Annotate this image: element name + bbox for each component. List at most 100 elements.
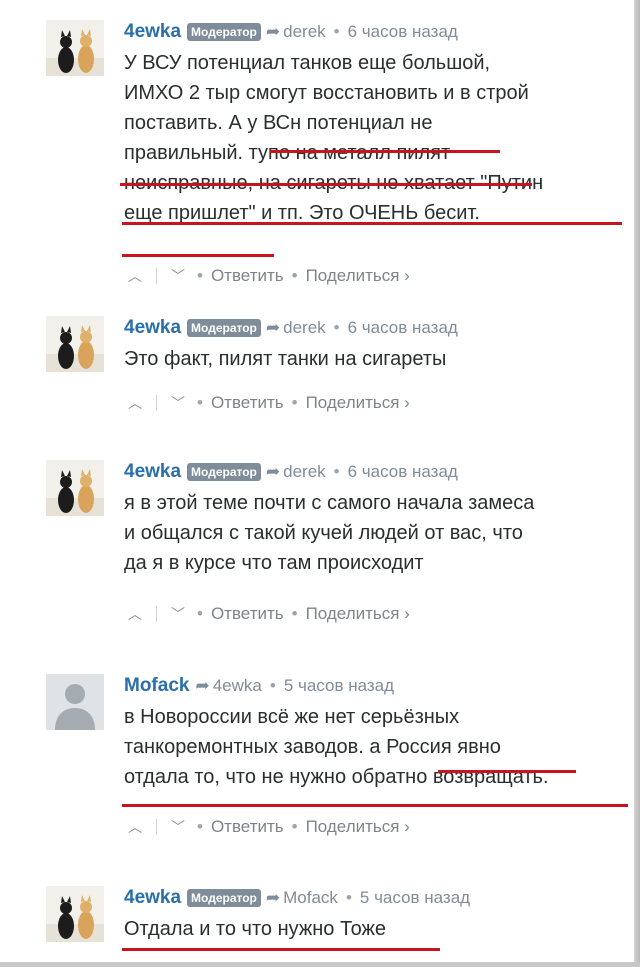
comment-line: ИМХО 2 тыр смогут восстановить и в строй bbox=[124, 82, 529, 104]
comment-line: да я в курсе что там происходит bbox=[124, 552, 424, 574]
downvote-icon[interactable]: ﹀ bbox=[167, 266, 189, 286]
red-underline-annotation bbox=[122, 254, 274, 257]
action-divider bbox=[156, 268, 157, 284]
comment: 4ewka Модератор ➦ derek • 6 часов назад … bbox=[0, 460, 634, 630]
comment-meta: 4ewka Модератор ➦ derek • 6 часов назад bbox=[124, 20, 458, 44]
action-divider bbox=[156, 395, 157, 411]
action-separator: • bbox=[291, 604, 298, 623]
comment-text: Отдала и то что нужно Тоже bbox=[124, 914, 624, 944]
red-underline-annotation bbox=[122, 222, 622, 225]
moderator-badge: Модератор bbox=[187, 889, 261, 907]
share-button[interactable]: Поделиться › bbox=[306, 266, 410, 286]
comment-actions: ︿ ﹀ • Ответить • Поделиться › bbox=[124, 815, 410, 839]
share-button[interactable]: Поделиться › bbox=[306, 393, 410, 413]
downvote-icon[interactable]: ﹀ bbox=[167, 817, 189, 837]
action-separator: • bbox=[197, 266, 203, 285]
comment-line: и общался с такой кучей людей от вас, чт… bbox=[124, 522, 523, 544]
meta-separator: • bbox=[333, 318, 340, 337]
share-button[interactable]: Поделиться › bbox=[306, 817, 410, 837]
upvote-icon[interactable]: ︿ bbox=[124, 393, 146, 413]
moderator-badge: Модератор bbox=[187, 463, 261, 481]
share-button[interactable]: Поделиться › bbox=[306, 604, 410, 624]
cats-avatar-icon[interactable] bbox=[46, 20, 104, 76]
reply-arrow-icon: ➦ bbox=[265, 462, 281, 481]
author-name[interactable]: Mofack bbox=[124, 675, 189, 697]
meta-separator: • bbox=[333, 22, 340, 41]
red-underline-annotation bbox=[122, 948, 440, 951]
upvote-icon[interactable]: ︿ bbox=[124, 604, 146, 624]
reply-to-link[interactable]: derek bbox=[283, 462, 326, 482]
comment-text: У ВСУ потенциал танков еще большой, ИМХО… bbox=[124, 48, 624, 228]
action-separator: • bbox=[291, 266, 298, 285]
author-name[interactable]: 4ewka bbox=[124, 461, 181, 483]
comment-actions: ︿ ﹀ • Ответить • Поделиться › bbox=[124, 264, 410, 288]
moderator-badge: Модератор bbox=[187, 23, 261, 41]
action-separator: • bbox=[197, 604, 203, 623]
comment-line: поставить. А у ВСн потенциал не bbox=[124, 112, 433, 134]
reply-button[interactable]: Ответить bbox=[211, 393, 284, 413]
action-separator: • bbox=[291, 817, 298, 836]
reply-to-link[interactable]: 4ewka bbox=[213, 676, 262, 696]
reply-arrow-icon: ➦ bbox=[265, 22, 281, 41]
author-name[interactable]: 4ewka bbox=[124, 21, 181, 43]
comment-line: в Новороссии всё же нет серьёзных bbox=[124, 706, 460, 728]
comment-line: У ВСУ потенциал танков еще большой, bbox=[124, 52, 491, 74]
reply-to-link[interactable]: Mofack bbox=[283, 888, 338, 908]
reply-button[interactable]: Ответить bbox=[211, 817, 284, 837]
moderator-badge: Модератор bbox=[187, 319, 261, 337]
upvote-icon[interactable]: ︿ bbox=[124, 266, 146, 286]
comment-meta: 4ewka Модератор ➦ derek • 6 часов назад bbox=[124, 316, 458, 340]
comment-meta: 4ewka Модератор ➦ Mofack • 5 часов назад bbox=[124, 886, 470, 910]
reply-arrow-icon: ➦ bbox=[195, 676, 210, 695]
comment-line: правильный. тупо на металл пилят bbox=[124, 142, 451, 164]
red-underline-annotation bbox=[438, 770, 576, 773]
reply-arrow-icon: ➦ bbox=[265, 318, 281, 337]
reply-to-link[interactable]: derek bbox=[283, 318, 326, 338]
comment: 4ewka Модератор ➦ derek • 6 часов назад … bbox=[0, 316, 634, 426]
comment-text: Это факт, пилят танки на сигареты bbox=[124, 344, 624, 374]
timestamp-link[interactable]: 6 часов назад bbox=[348, 318, 458, 338]
downvote-icon[interactable]: ﹀ bbox=[167, 604, 189, 624]
comment-text: в Новороссии всё же нет серьёзных танкор… bbox=[124, 702, 624, 792]
action-divider bbox=[156, 606, 157, 622]
red-underline-annotation bbox=[122, 804, 628, 807]
comment-line: я в этой теме почти с самого начала заме… bbox=[124, 492, 535, 514]
action-separator: • bbox=[291, 393, 298, 412]
comment-line: Отдала и то что нужно Тоже bbox=[124, 918, 387, 940]
timestamp-link[interactable]: 5 часов назад bbox=[360, 888, 470, 908]
action-separator: • bbox=[197, 393, 203, 412]
comment-meta: Mofack ➦ 4ewka • 5 часов назад bbox=[124, 674, 394, 698]
action-divider bbox=[156, 819, 157, 835]
cats-avatar-icon[interactable] bbox=[46, 886, 104, 942]
meta-separator: • bbox=[269, 676, 276, 695]
window-frame-edge bbox=[634, 0, 640, 967]
comment: Mofack ➦ 4ewka • 5 часов назад в Новорос… bbox=[0, 674, 634, 844]
red-underline-annotation bbox=[120, 183, 532, 186]
timestamp-link[interactable]: 6 часов назад bbox=[348, 462, 458, 482]
comment: 4ewka Модератор ➦ derek • 6 часов назад … bbox=[0, 20, 634, 300]
timestamp-link[interactable]: 5 часов назад bbox=[284, 676, 394, 696]
reply-to-link[interactable]: derek bbox=[283, 22, 326, 42]
comment-line: Это факт, пилят танки на сигареты bbox=[124, 348, 447, 370]
cats-avatar-icon[interactable] bbox=[46, 316, 104, 372]
reply-button[interactable]: Ответить bbox=[211, 266, 284, 286]
upvote-icon[interactable]: ︿ bbox=[124, 817, 146, 837]
reply-button[interactable]: Ответить bbox=[211, 604, 284, 624]
meta-separator: • bbox=[345, 888, 352, 907]
red-underline-annotation bbox=[270, 150, 500, 153]
cats-avatar-icon[interactable] bbox=[46, 460, 104, 516]
author-name[interactable]: 4ewka bbox=[124, 887, 181, 909]
comment-actions: ︿ ﹀ • Ответить • Поделиться › bbox=[124, 391, 410, 415]
action-separator: • bbox=[197, 817, 203, 836]
default-user-avatar-icon[interactable] bbox=[46, 674, 104, 730]
author-name[interactable]: 4ewka bbox=[124, 317, 181, 339]
comment-actions: ︿ ﹀ • Ответить • Поделиться › bbox=[124, 602, 410, 626]
timestamp-link[interactable]: 6 часов назад bbox=[348, 22, 458, 42]
window-frame-edge bbox=[0, 962, 640, 967]
comment: 4ewka Модератор ➦ Mofack • 5 часов назад… bbox=[0, 886, 634, 956]
downvote-icon[interactable]: ﹀ bbox=[167, 393, 189, 413]
comment-text: я в этой теме почти с самого начала заме… bbox=[124, 488, 624, 578]
comment-line: танкоремонтных заводов. а Россия явно bbox=[124, 736, 501, 758]
comment-meta: 4ewka Модератор ➦ derek • 6 часов назад bbox=[124, 460, 458, 484]
meta-separator: • bbox=[333, 462, 340, 481]
